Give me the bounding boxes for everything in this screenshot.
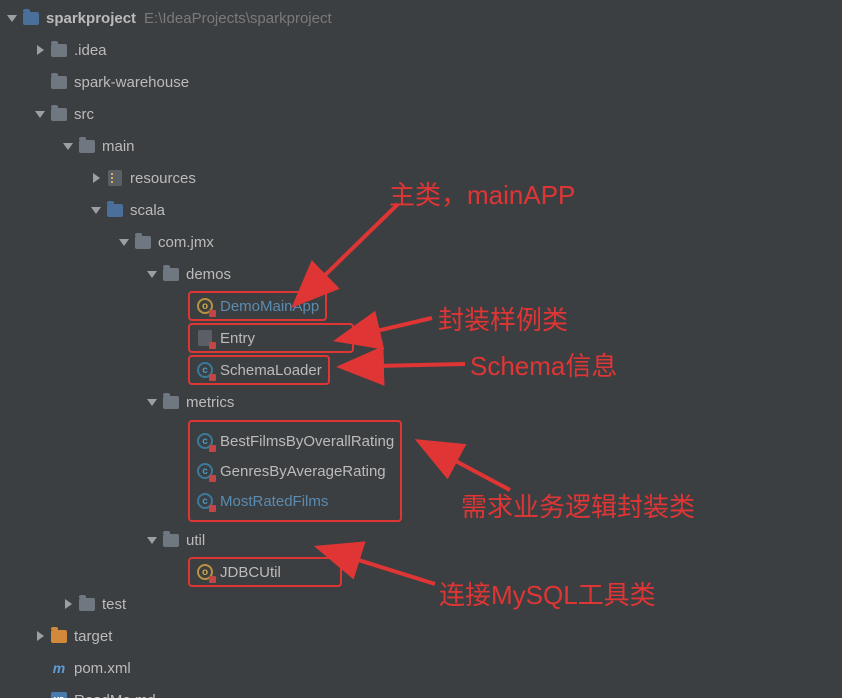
tree-node-idea[interactable]: .idea [6, 34, 842, 66]
maven-icon: m [50, 659, 68, 677]
tree-node-target[interactable]: target [6, 620, 842, 652]
node-label: target [74, 628, 112, 645]
scala-object-icon: o [196, 563, 214, 581]
node-label: src [74, 106, 94, 123]
folder-icon [50, 105, 68, 123]
expand-arrow-down-icon[interactable] [62, 141, 74, 151]
folder-icon [78, 137, 96, 155]
tree-node-util[interactable]: util [6, 524, 842, 556]
scala-class-icon: c [196, 361, 214, 379]
node-label: demos [186, 266, 231, 283]
project-tree: sparkproject E:\IdeaProjects\sparkprojec… [0, 0, 842, 698]
node-label: DemoMainApp [220, 298, 319, 315]
node-label: pom.xml [74, 660, 131, 677]
node-label: SchemaLoader [220, 362, 322, 379]
tree-node-demomainapp[interactable]: o DemoMainApp [6, 290, 842, 322]
node-label: test [102, 596, 126, 613]
tree-node-demos[interactable]: demos [6, 258, 842, 290]
node-label: .idea [74, 42, 107, 59]
tree-node-readme[interactable]: MD ReadMe.md [6, 684, 842, 698]
scala-class-icon: c [196, 492, 214, 510]
annotation-box-metrics: c BestFilmsByOverallRating c GenresByAve… [188, 420, 402, 522]
expand-arrow-down-icon[interactable] [6, 13, 18, 23]
tree-node-mostrated[interactable]: c MostRatedFilms [196, 486, 328, 516]
annotation-box-entry: Entry [188, 323, 354, 353]
scala-object-icon: o [196, 297, 214, 315]
expand-arrow-down-icon[interactable] [146, 535, 158, 545]
markdown-icon: MD [50, 691, 68, 698]
package-icon [162, 393, 180, 411]
annotation-text-schema: Schema信息 [470, 346, 617, 383]
node-label: sparkproject [46, 10, 136, 27]
tree-node-src[interactable]: src [6, 98, 842, 130]
node-label: GenresByAverageRating [220, 463, 386, 480]
package-icon [162, 265, 180, 283]
folder-icon [78, 595, 96, 613]
expand-arrow-right-icon[interactable] [62, 599, 74, 609]
expand-arrow-down-icon[interactable] [118, 237, 130, 247]
tree-node-metrics[interactable]: metrics [6, 386, 842, 418]
node-label: main [102, 138, 135, 155]
node-label: com.jmx [158, 234, 214, 251]
tree-node-schemaloader[interactable]: c SchemaLoader [6, 354, 842, 386]
annotation-text-jdbc: 连接MySQL工具类 [439, 575, 656, 612]
node-label: ReadMe.md [74, 692, 156, 698]
node-label: spark-warehouse [74, 74, 189, 91]
excluded-folder-icon [50, 627, 68, 645]
node-path: E:\IdeaProjects\sparkproject [144, 10, 332, 27]
folder-icon [50, 73, 68, 91]
tree-node-root[interactable]: sparkproject E:\IdeaProjects\sparkprojec… [6, 2, 842, 34]
folder-icon [50, 41, 68, 59]
tree-node-jdbcutil[interactable]: o JDBCUtil [6, 556, 842, 588]
node-label: resources [130, 170, 196, 187]
expand-arrow-down-icon[interactable] [90, 205, 102, 215]
expand-arrow-down-icon[interactable] [34, 109, 46, 119]
scala-file-icon [196, 329, 214, 347]
node-label: scala [130, 202, 165, 219]
scala-class-icon: c [196, 462, 214, 480]
node-label: Entry [220, 330, 255, 347]
expand-arrow-right-icon[interactable] [34, 45, 46, 55]
node-label: metrics [186, 394, 234, 411]
tree-node-com-jmx[interactable]: com.jmx [6, 226, 842, 258]
annotation-box-mainapp: o DemoMainApp [188, 291, 327, 321]
module-folder-icon [22, 9, 40, 27]
scala-class-icon: c [196, 432, 214, 450]
tree-node-entry[interactable]: Entry [6, 322, 842, 354]
expand-arrow-down-icon[interactable] [146, 397, 158, 407]
expand-arrow-down-icon[interactable] [146, 269, 158, 279]
expand-arrow-right-icon[interactable] [90, 173, 102, 183]
annotation-box-jdbc: o JDBCUtil [188, 557, 342, 587]
resources-folder-icon [106, 169, 124, 187]
node-label: MostRatedFilms [220, 493, 328, 510]
annotation-text-entry: 封装样例类 [438, 300, 568, 337]
tree-node-metrics-group: c BestFilmsByOverallRating c GenresByAve… [6, 420, 842, 522]
expand-arrow-right-icon[interactable] [34, 631, 46, 641]
tree-node-main[interactable]: main [6, 130, 842, 162]
annotation-text-mainapp: 主类，mainAPP [389, 175, 575, 212]
tree-node-pom[interactable]: m pom.xml [6, 652, 842, 684]
node-label: JDBCUtil [220, 564, 281, 581]
tree-node-genres[interactable]: c GenresByAverageRating [196, 456, 386, 486]
package-icon [134, 233, 152, 251]
tree-node-spark-warehouse[interactable]: spark-warehouse [6, 66, 842, 98]
tree-node-test[interactable]: test [6, 588, 842, 620]
node-label: BestFilmsByOverallRating [220, 433, 394, 450]
source-folder-icon [106, 201, 124, 219]
node-label: util [186, 532, 205, 549]
annotation-text-metrics: 需求业务逻辑封装类 [461, 487, 695, 524]
tree-node-bestfilms[interactable]: c BestFilmsByOverallRating [196, 426, 394, 456]
package-icon [162, 531, 180, 549]
annotation-box-schema: c SchemaLoader [188, 355, 330, 385]
